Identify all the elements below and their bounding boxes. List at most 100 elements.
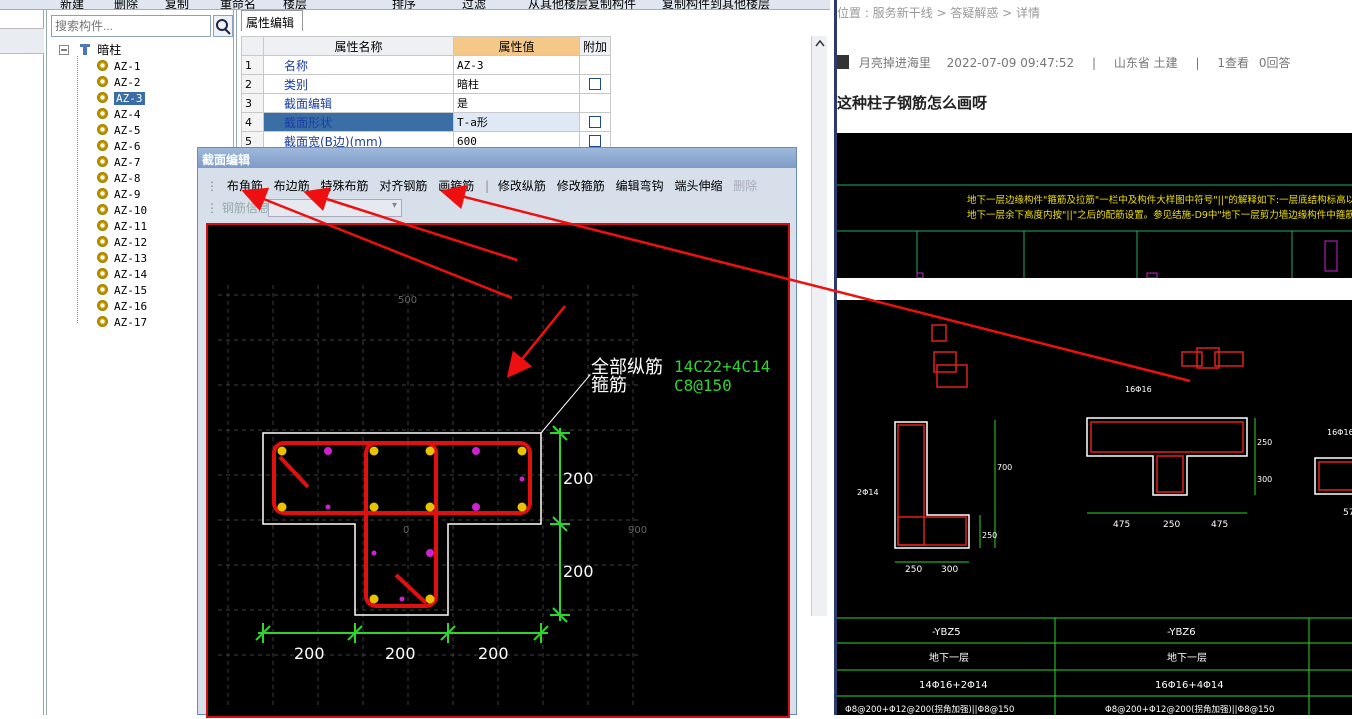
extra-checkbox[interactable] bbox=[589, 116, 601, 128]
property-value[interactable]: 是 bbox=[453, 93, 580, 113]
chevron-down-icon: ▾ bbox=[391, 200, 397, 211]
component-icon bbox=[97, 92, 108, 103]
collapse-icon[interactable] bbox=[59, 45, 69, 55]
component-icon bbox=[97, 60, 108, 71]
tree-item-label: AZ-7 bbox=[114, 156, 141, 169]
row-index: 2 bbox=[241, 74, 264, 94]
property-row[interactable]: 3 截面编辑 是 bbox=[241, 93, 612, 113]
cad-image-notes[interactable]: 地下一层边缘构件"箍筋及拉筋"一栏中及构件大样图中符号"||"的解释如下:一层底… bbox=[837, 133, 1352, 279]
t-dim-475-left: 475 bbox=[1113, 520, 1130, 530]
tool-align-rebar-button[interactable]: 对齐钢筋 bbox=[379, 179, 427, 193]
tree-item-az-4[interactable]: AZ-4 bbox=[97, 107, 141, 123]
property-row-selected[interactable]: 4 截面形状 T-a形 bbox=[241, 112, 612, 132]
tree-root-anzhu[interactable]: 暗柱 bbox=[59, 42, 121, 58]
toolbar-copy-from-floor-button[interactable]: 从其他楼层复制构件 bbox=[528, 0, 636, 9]
stirrup-ybz5: Φ8@200+Φ12@200(拐角加强)||Φ8@150 bbox=[845, 704, 1014, 715]
toolbar-copy-to-floor-button[interactable]: 复制构件到其他楼层 bbox=[662, 0, 770, 9]
avatar[interactable] bbox=[837, 55, 849, 69]
component-icon bbox=[97, 284, 108, 295]
component-icon bbox=[97, 124, 108, 135]
tool-delete-button[interactable]: 删除 bbox=[733, 179, 757, 193]
tree-item-label: AZ-16 bbox=[114, 300, 148, 313]
toolbar-grip: ⋮ bbox=[206, 179, 218, 193]
tree-item-az-15[interactable]: AZ-15 bbox=[97, 283, 147, 299]
note-line-1: 地下一层边缘构件"箍筋及拉筋"一栏中及构件大样图中符号"||"的解释如下:一层底… bbox=[967, 194, 1352, 206]
scroll-up-icon[interactable] bbox=[812, 36, 828, 52]
row-index: 4 bbox=[241, 112, 264, 132]
tree-item-az-3[interactable]: AZ-3 bbox=[97, 91, 145, 107]
tool-corner-rebar-button[interactable]: 布角筋 bbox=[227, 179, 263, 193]
tree-item-az-12[interactable]: AZ-12 bbox=[97, 235, 147, 251]
tree-item-az-6[interactable]: AZ-6 bbox=[97, 139, 141, 155]
toolbar-sort-button[interactable]: 排序 bbox=[392, 0, 416, 9]
tree-item-label: AZ-12 bbox=[114, 236, 148, 249]
tab-property-edit[interactable]: 属性编辑 bbox=[241, 10, 303, 31]
tree-item-az-1[interactable]: AZ-1 bbox=[97, 59, 141, 75]
property-header-row: 属性名称 属性值 附加 bbox=[241, 36, 612, 56]
tree-item-az-8[interactable]: AZ-8 bbox=[97, 171, 141, 187]
property-row[interactable]: 2 类别 暗柱 bbox=[241, 74, 612, 94]
search-icon bbox=[216, 19, 231, 35]
tree-item-az-5[interactable]: AZ-5 bbox=[97, 123, 141, 139]
tree-item-label: AZ-11 bbox=[114, 220, 148, 233]
tree-item-label: AZ-3 bbox=[114, 92, 145, 105]
tree-item-az-17[interactable]: AZ-17 bbox=[97, 315, 147, 331]
property-value[interactable]: AZ-3 bbox=[453, 55, 580, 75]
tool-special-rebar-button[interactable]: 特殊布筋 bbox=[321, 179, 369, 193]
tree-item-label: AZ-15 bbox=[114, 284, 148, 297]
rebar-info-select[interactable]: ▾ bbox=[268, 199, 402, 217]
search-input[interactable] bbox=[51, 15, 211, 37]
tree-item-label: AZ-13 bbox=[114, 252, 148, 265]
view-count: 1查看 bbox=[1217, 56, 1249, 70]
row-index: 1 bbox=[241, 55, 264, 75]
dim-bottom-2: 200 bbox=[385, 644, 416, 663]
tool-end-stretch-button[interactable]: 端头伸缩 bbox=[674, 179, 722, 193]
tree-item-az-13[interactable]: AZ-13 bbox=[97, 251, 147, 267]
tree-item-label: AZ-1 bbox=[114, 60, 141, 73]
section-canvas[interactable]: 500 900 0 全部纵筋 箍筋 14C22+4C14 C8@150 200 … bbox=[206, 223, 790, 718]
tree-item-label: AZ-6 bbox=[114, 140, 141, 153]
toolbar-delete-button[interactable]: 删除 bbox=[114, 0, 138, 9]
tool-draw-stirrup-button[interactable]: 画箍筋 bbox=[438, 179, 474, 193]
header-index bbox=[241, 36, 264, 56]
username[interactable]: 月亮掉进海里 bbox=[859, 56, 931, 70]
left-pane-bar bbox=[0, 28, 44, 54]
property-extra bbox=[578, 112, 612, 132]
cad-notes-drawing: 地下一层边缘构件"箍筋及拉筋"一栏中及构件大样图中符号"||"的解释如下:一层底… bbox=[837, 184, 1352, 279]
vertical-scrollbar[interactable] bbox=[811, 36, 827, 616]
property-extra bbox=[578, 55, 612, 75]
property-value[interactable]: T-a形 bbox=[453, 112, 580, 132]
label-2c14: 2Φ14 bbox=[857, 488, 879, 497]
search-button[interactable] bbox=[213, 15, 233, 37]
extra-checkbox[interactable] bbox=[589, 135, 601, 147]
component-icon bbox=[97, 156, 108, 167]
grid-label-900: 900 bbox=[628, 525, 647, 536]
tree-item-az-16[interactable]: AZ-16 bbox=[97, 299, 147, 315]
tree-item-az-2[interactable]: AZ-2 bbox=[97, 75, 141, 91]
tree-item-az-14[interactable]: AZ-14 bbox=[97, 267, 147, 283]
tree-item-az-11[interactable]: AZ-11 bbox=[97, 219, 147, 235]
tree-item-az-7[interactable]: AZ-7 bbox=[97, 155, 141, 171]
toolbar-copy-button[interactable]: 复制 bbox=[165, 0, 189, 9]
tree-item-az-9[interactable]: AZ-9 bbox=[97, 187, 141, 203]
tree-item-az-10[interactable]: AZ-10 bbox=[97, 203, 147, 219]
component-icon bbox=[97, 220, 108, 231]
tool-modify-stirrup-button[interactable]: 修改箍筋 bbox=[557, 179, 605, 193]
section-drawing[interactable]: 500 900 0 全部纵筋 箍筋 14C22+4C14 C8@150 200 … bbox=[208, 225, 788, 716]
tool-edge-rebar-button[interactable]: 布边筋 bbox=[274, 179, 310, 193]
toolbar-filter-button[interactable]: 过滤 bbox=[462, 0, 486, 9]
az-dim-bottom-1: 250 bbox=[905, 565, 922, 575]
breadcrumb[interactable]: 位置 : 服务新干线 > 答疑解惑 > 详情 bbox=[837, 4, 1040, 21]
floor-ybz6: 地下一层 bbox=[1167, 651, 1207, 664]
toolbar-new-button[interactable]: 新建 bbox=[60, 0, 84, 9]
property-value[interactable]: 暗柱 bbox=[453, 74, 580, 94]
tool-modify-longitudinal-button[interactable]: 修改纵筋 bbox=[498, 179, 546, 193]
label-16c16-b: 16Φ16 bbox=[1327, 428, 1352, 437]
extra-checkbox[interactable] bbox=[589, 78, 601, 90]
cad-image-sections[interactable]: 700 250 250 300 2Φ14 16Φ16 16Φ16 475 250… bbox=[837, 300, 1352, 715]
property-row[interactable]: 1 名称 AZ-3 bbox=[241, 55, 612, 75]
component-icon bbox=[97, 300, 108, 311]
tool-edit-hook-button[interactable]: 编辑弯钩 bbox=[616, 179, 664, 193]
col-name-ybz6: -YBZ6 bbox=[1167, 627, 1196, 638]
toolbar-rename-button[interactable]: 重命名 bbox=[220, 0, 256, 9]
